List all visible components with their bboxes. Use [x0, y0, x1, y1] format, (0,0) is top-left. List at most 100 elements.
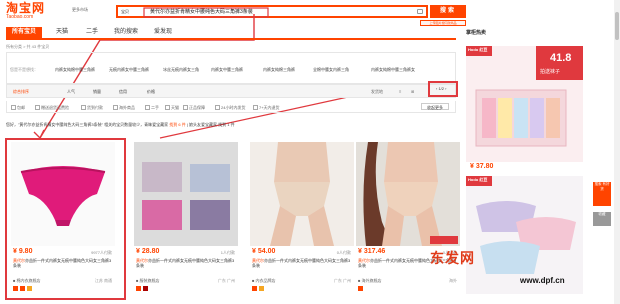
- sort-price[interactable]: 价格: [147, 89, 155, 95]
- related-item[interactable]: 内裤女纯棉中腰三角裤: [55, 67, 95, 73]
- checkbox-secondhand[interactable]: 二手: [145, 105, 159, 111]
- tab-secondhand[interactable]: 二手: [80, 27, 104, 38]
- product-image[interactable]: [11, 142, 115, 246]
- related-item[interactable]: 内裤女纯棉三角裤: [263, 67, 295, 73]
- product-title[interactable]: 黄代尔亦益折一件式内裤女无痕中腰纯色大码女三角裤3条装: [252, 258, 352, 268]
- product-image[interactable]: [356, 142, 460, 246]
- product-price: ¥ 54.00: [252, 248, 276, 255]
- related-item[interactable]: 冰丝无痕内裤女三角: [163, 67, 199, 73]
- product-price: ¥ 317.46: [358, 248, 386, 255]
- product-sold: 1人付款: [220, 250, 235, 255]
- collapse-more-button[interactable]: 收起更多: [421, 103, 449, 110]
- product-card[interactable]: ¥ 28.80 1人付款 黄代尔亦益折一件式内裤女无痕中腰纯色大码女三角裤3条装…: [134, 142, 241, 294]
- sort-popularity[interactable]: 人气: [67, 89, 75, 95]
- related-item[interactable]: 无痕内裤女中腰三角裤: [109, 67, 149, 73]
- checkbox-overseas[interactable]: 海外商品: [113, 105, 135, 111]
- badge-icon: [13, 286, 18, 291]
- badge-icon: [259, 286, 264, 291]
- product-sold: 9977人付款: [91, 250, 112, 255]
- badge-icon: [252, 286, 257, 291]
- product-price: ¥ 28.80: [136, 248, 160, 255]
- product-image[interactable]: [250, 142, 354, 246]
- checkbox-free-shipping[interactable]: 包邮: [11, 105, 25, 111]
- favorite-tool[interactable]: 收藏: [593, 212, 611, 226]
- scrollbar-thumb[interactable]: [615, 12, 619, 40]
- sort-default[interactable]: 综合排序: [13, 89, 29, 95]
- ad-price: ¥ 37.80: [470, 163, 494, 170]
- badge-icon: [143, 286, 148, 291]
- related-item[interactable]: 内裤女纯棉中腰三角裤女: [371, 67, 415, 73]
- shop-name[interactable]: ■ 内衣品牌店: [252, 278, 276, 284]
- service-badges: [13, 286, 34, 291]
- service-badges: [358, 286, 365, 291]
- checkbox-cod[interactable]: 货到付款: [81, 105, 103, 111]
- badge-icon: [358, 286, 363, 291]
- ad-price-tag: 41.8: [550, 52, 572, 64]
- title-rest: 亦益折一件式内裤女无痕中腰纯色大码女三角裤3条装: [252, 258, 351, 268]
- sort-bar: 综合排序 人气 销量 信用 价格 发货地 ≡ ⊞: [6, 84, 456, 98]
- checkbox-24h-ship[interactable]: 24小时内发货: [215, 105, 245, 111]
- tip-count-link[interactable]: 找到 6 件: [169, 122, 185, 127]
- sort-credit[interactable]: 信用: [119, 89, 127, 95]
- related-label: 您是不是想找：: [10, 67, 38, 72]
- related-item[interactable]: 全棉中腰女内裤三角: [313, 67, 349, 73]
- ship-location: 广东 广州: [333, 278, 351, 283]
- product-title[interactable]: 黄代尔亦益折一件式内裤女无痕中腰纯色大码女三角裤3条装: [136, 258, 236, 268]
- watermark: 东发网: [430, 251, 475, 267]
- shop-name[interactable]: ■ 棉内衣旗舰店: [13, 278, 41, 284]
- product-card[interactable]: ¥ 54.00 0人付款 黄代尔亦益折一件式内裤女无痕中腰纯色大码女三角裤3条装…: [250, 142, 357, 294]
- tab-all[interactable]: 所有宝贝: [6, 27, 42, 38]
- search-goods-tool[interactable]: 搜索 有好 货: [593, 182, 611, 206]
- scrollbar[interactable]: [614, 0, 620, 304]
- service-badges: [252, 286, 266, 291]
- tab-my-search[interactable]: 我的搜索: [108, 27, 144, 38]
- related-search-box: 您是不是想找： 内裤女纯棉中腰三角裤 无痕内裤女中腰三角裤 冰丝无痕内裤女三角 …: [6, 52, 456, 84]
- ad-brand: Hodo 红豆: [468, 177, 488, 182]
- service-badges: [136, 286, 150, 291]
- product-sold: 0人付款: [336, 250, 351, 255]
- pager-label[interactable]: ‹ 1/2 ›: [436, 86, 446, 91]
- ad-slogan: 拍送袜子: [540, 69, 561, 75]
- location-filter[interactable]: 发货地: [371, 89, 383, 95]
- badge-icon: [20, 286, 25, 291]
- title-rest: 亦益折一件式内裤女无痕中腰纯色大码女三角裤3条装: [136, 258, 235, 268]
- sort-sales[interactable]: 销量: [93, 89, 101, 95]
- hot-sale-sidebar: 掌柜热卖 Hodo 红豆 41.8 拍送袜子 ¥ 37.80 Hodo 红豆: [466, 26, 616, 304]
- checkbox-tmall[interactable]: 天猫: [165, 105, 179, 111]
- panties-multicolor-image: [134, 142, 238, 246]
- related-item[interactable]: 内裤女中腰三角裤: [211, 67, 243, 73]
- watermark-url: www.dpf.cn: [520, 276, 565, 285]
- shop-name[interactable]: ■ 海外旗舰店: [358, 278, 382, 284]
- mini-pager[interactable]: ‹ 1/2 ›: [428, 81, 458, 97]
- ship-location: 广东 广州: [217, 278, 235, 283]
- product-card[interactable]: ¥ 9.80 9977人付款 黄代尔亦益折一件式内裤女无痕中腰纯色大码女三角裤3…: [11, 142, 118, 294]
- product-price: ¥ 9.80: [13, 248, 33, 255]
- grid-view-icon[interactable]: ⊞: [411, 89, 414, 94]
- badge-icon: [27, 286, 32, 291]
- ad-brand: Hodo 红豆: [468, 47, 488, 52]
- product-image[interactable]: [134, 142, 238, 246]
- ship-location: 海外: [449, 278, 457, 283]
- hot-sale-title: 掌柜热卖: [466, 30, 487, 36]
- panties-pink-image: [11, 142, 115, 246]
- ship-location: 江苏 南通: [94, 278, 112, 283]
- list-view-icon[interactable]: ≡: [399, 89, 401, 94]
- checkbox-return-insurance[interactable]: 赠送退货运费险: [35, 105, 69, 111]
- badge-icon: [136, 286, 141, 291]
- service-filters: 包邮 赠送退货运费险 货到付款 海外商品 二手 天猫 正品保障 24小时内发货 …: [6, 101, 456, 113]
- title-rest: 亦益折一件式内裤女无痕中腰纯色大码女三角裤3条装: [13, 258, 112, 268]
- model-beige-image: [250, 142, 354, 246]
- ad-card[interactable]: Hodo 红豆 41.8 拍送袜子: [466, 46, 583, 162]
- product-title[interactable]: 黄代尔亦益折一件式内裤女无痕中腰纯色大码女三角裤3条装: [13, 258, 113, 268]
- tip-tail[interactable]: | 娘头友爱宝藏家 找到 1 件: [186, 122, 235, 127]
- tab-discover[interactable]: 爱发现: [148, 27, 178, 38]
- model-nude-image: [356, 142, 460, 246]
- checkbox-genuine[interactable]: 正品保障: [183, 105, 205, 111]
- checkbox-7day-return[interactable]: 7+天内退货: [253, 105, 280, 111]
- result-tip: 您好，"黄代尔亦益折肯精女中腰纯色大码三角裤3条装" 相关的宝贝数量较少，青睐爱…: [6, 122, 235, 128]
- product-card[interactable]: ¥ 317.46 0人付款 黄代尔亦益折一件式内裤女无痕中腰纯色大码女三角裤3条…: [356, 142, 463, 294]
- shop-name[interactable]: ■ 服装旗舰店: [136, 278, 160, 284]
- breadcrumb[interactable]: 所有分类 > 共 43 件宝贝: [6, 44, 49, 50]
- tab-tmall[interactable]: 天猫: [50, 27, 74, 38]
- search-tabs: 所有宝贝 天猫 二手 我的搜索 爱发现: [6, 27, 456, 40]
